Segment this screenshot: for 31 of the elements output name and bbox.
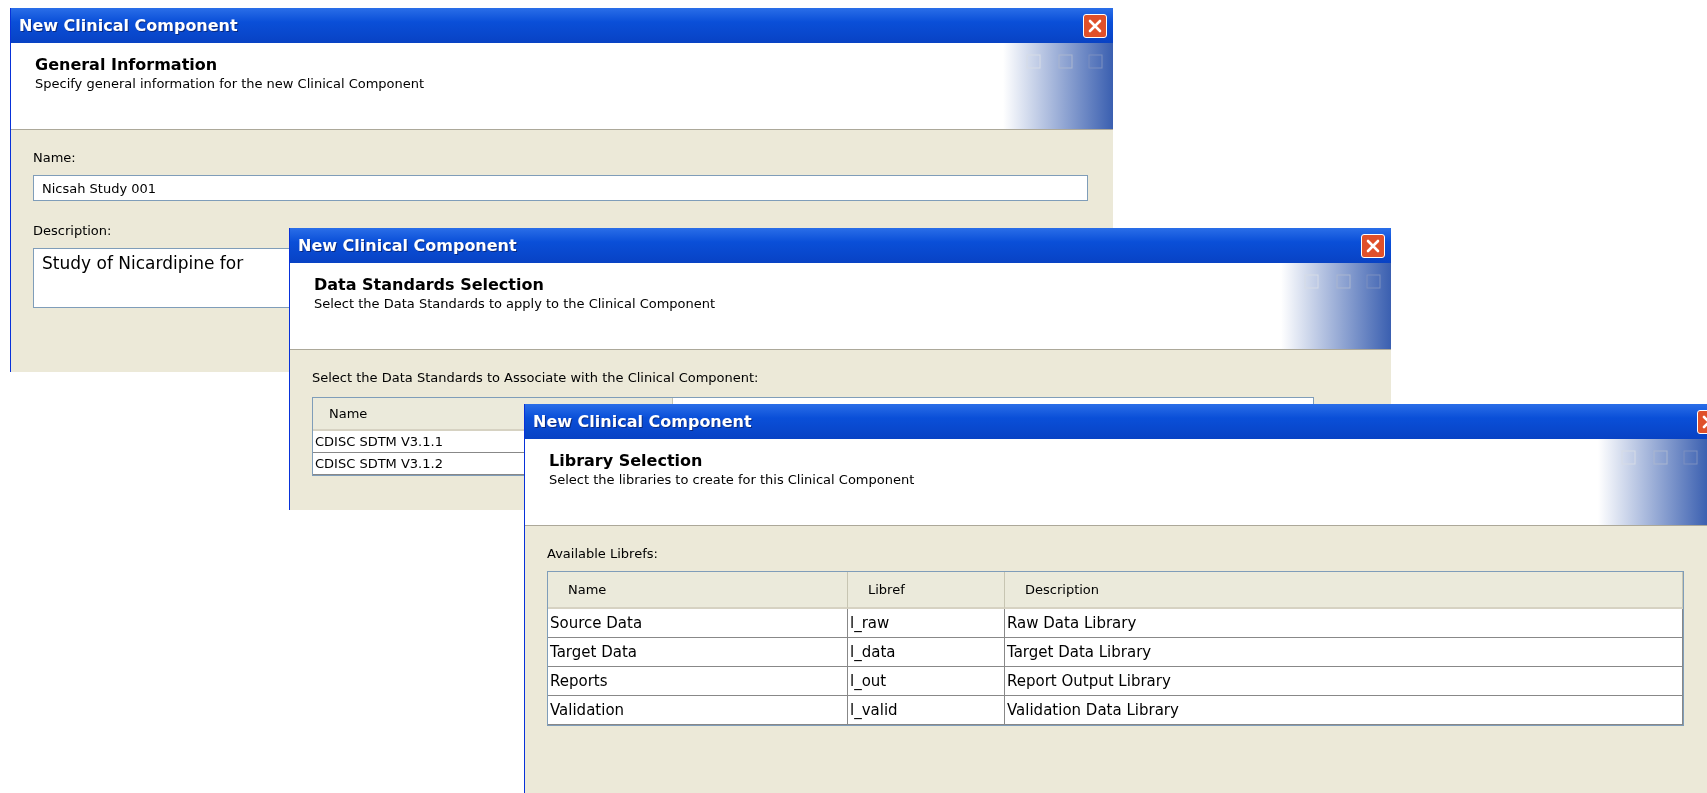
table-cell: Target Data Library bbox=[1005, 638, 1683, 667]
table-cell: Validation bbox=[548, 696, 848, 725]
page-description: Select the Data Standards to apply to the Clinical Component bbox=[314, 296, 716, 311]
window-title: New Clinical Component bbox=[298, 236, 517, 255]
table-cell: l_data bbox=[848, 638, 1005, 667]
name-field[interactable]: Nicsah Study 001 bbox=[33, 175, 1088, 201]
column-header[interactable]: Description bbox=[1005, 572, 1683, 609]
table-cell: Validation Data Library bbox=[1005, 696, 1683, 725]
table-label: Available Librefs: bbox=[547, 546, 659, 561]
close-button[interactable] bbox=[1361, 233, 1385, 258]
page-description: Select the libraries to create for this Clinical Component bbox=[549, 472, 915, 487]
close-button[interactable] bbox=[1083, 13, 1107, 38]
close-icon bbox=[1365, 237, 1381, 254]
page-heading: General Information bbox=[35, 55, 219, 74]
table-cell: Target Data bbox=[548, 638, 848, 667]
column-header[interactable]: Name bbox=[548, 572, 848, 609]
table-cell: l_out bbox=[848, 667, 1005, 696]
table-cell: Reports bbox=[548, 667, 848, 696]
table-cell: l_raw bbox=[848, 609, 1005, 638]
table-label: Select the Data Standards to Associate with the Clinical Component: bbox=[312, 370, 760, 385]
field-label: Name: bbox=[33, 150, 77, 165]
table-cell: Source Data bbox=[548, 609, 848, 638]
table-cell: Report Output Library bbox=[1005, 667, 1683, 696]
page-description: Specify general information for the new Clinical Component bbox=[35, 76, 425, 91]
window-title: New Clinical Component bbox=[19, 16, 238, 35]
column-header[interactable]: Libref bbox=[848, 572, 1005, 609]
close-icon bbox=[1087, 17, 1103, 34]
field-label: Description: bbox=[33, 223, 113, 238]
table-cell: l_valid bbox=[848, 696, 1005, 725]
table-cell: Raw Data Library bbox=[1005, 609, 1683, 638]
page-heading: Data Standards Selection bbox=[314, 275, 545, 294]
